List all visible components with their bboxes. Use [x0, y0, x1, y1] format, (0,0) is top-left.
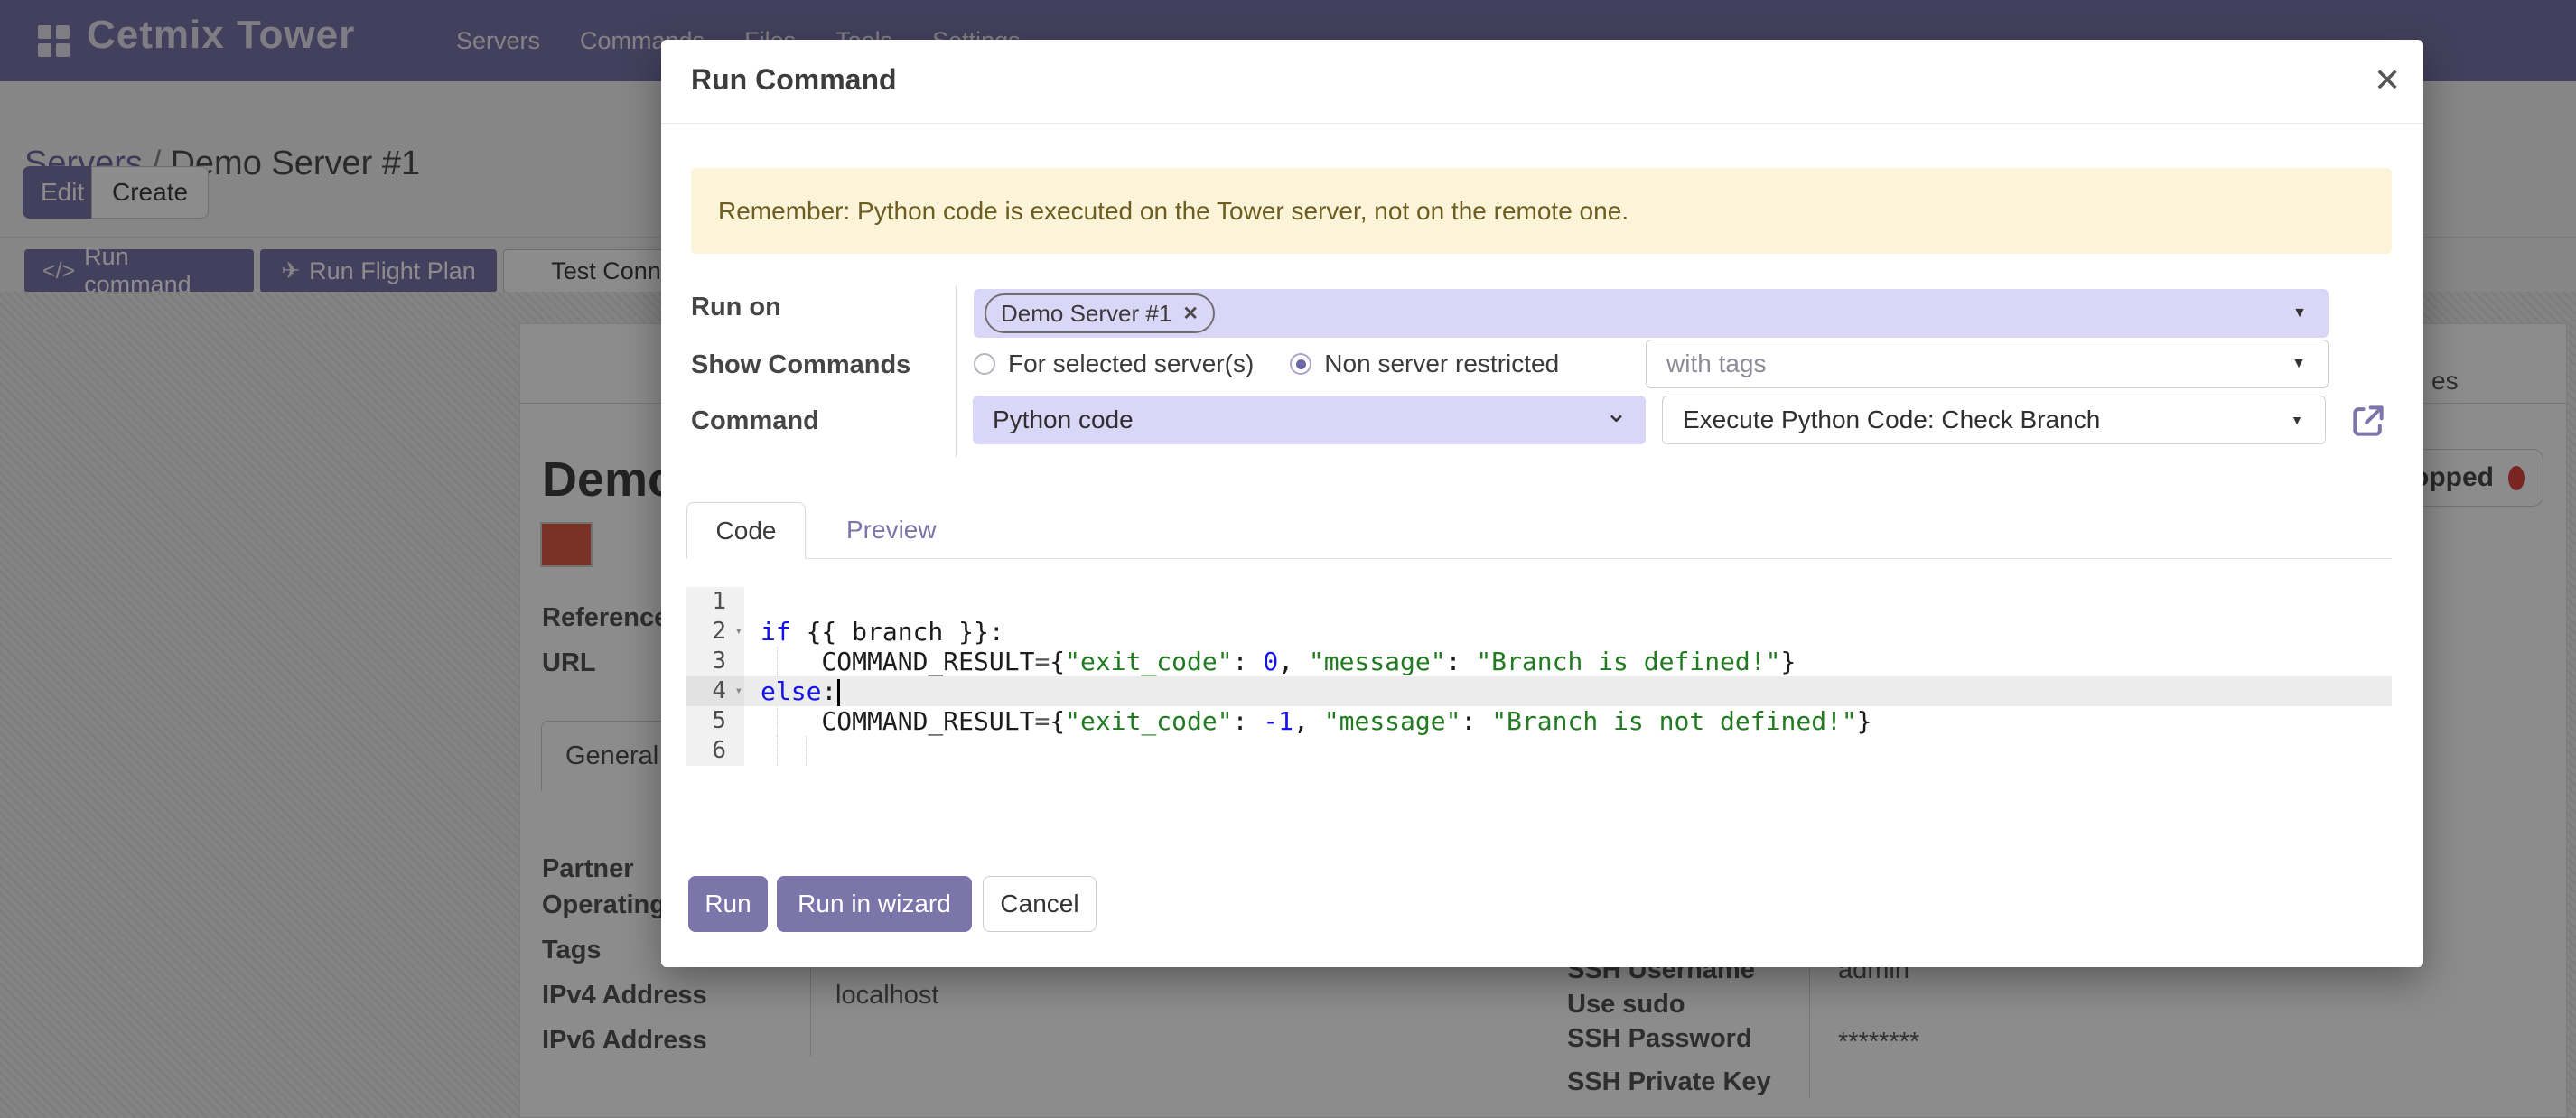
run-button[interactable]: Run	[688, 876, 768, 932]
fold-caret-icon[interactable]: ▾	[735, 676, 742, 706]
app-root: Cetmix Tower Servers Commands Files Tool…	[0, 0, 2576, 1118]
code-editor[interactable]: 12▾34▾56 if {{ branch }}: COMMAND_RESULT…	[686, 587, 2392, 766]
editor-line-number: 4▾	[686, 676, 744, 706]
command-label: Command	[691, 406, 819, 436]
form-column-separator	[956, 285, 957, 457]
code-line[interactable]	[744, 587, 2392, 617]
run-in-wizard-button[interactable]: Run in wizard	[777, 876, 972, 932]
modal-header-divider	[661, 123, 2423, 124]
editor-line-number: 6	[686, 736, 744, 766]
text-cursor	[837, 679, 840, 706]
radio-non-server-restricted[interactable]	[1290, 353, 1311, 375]
chevron-down-icon: ▼	[2291, 356, 2306, 372]
indent-guide	[806, 736, 807, 766]
editor-line-number: 2▾	[686, 617, 744, 647]
command-type-value: Python code	[973, 405, 1134, 434]
code-line[interactable]: else:	[744, 676, 2392, 706]
indent-guide	[777, 647, 778, 676]
warning-banner: Remember: Python code is executed on the…	[691, 168, 2392, 254]
editor-line-number: 1	[686, 587, 744, 617]
editor-code[interactable]: if {{ branch }}: COMMAND_RESULT={"exit_c…	[744, 587, 2392, 766]
editor-gutter: 12▾34▾56	[686, 587, 744, 766]
fold-caret-icon[interactable]: ▾	[735, 617, 742, 647]
chevron-down-icon: ▼	[2292, 305, 2307, 321]
command-type-select[interactable]: Python code ⌄	[973, 396, 1646, 444]
chevron-down-icon: ⌄	[1605, 397, 1628, 429]
radio-label-for-selected-servers[interactable]: For selected server(s)	[1008, 349, 1254, 378]
code-line[interactable]: if {{ branch }}:	[744, 617, 2392, 647]
tabs-underline	[686, 558, 2392, 559]
warning-text: Remember: Python code is executed on the…	[718, 197, 1629, 226]
code-line[interactable]: COMMAND_RESULT={"exit_code": 0, "message…	[744, 647, 2392, 676]
tab-code[interactable]: Code	[686, 502, 806, 559]
modal-close-icon[interactable]: ✕	[2374, 61, 2401, 99]
show-commands-label: Show Commands	[691, 350, 910, 380]
indent-guide	[777, 736, 778, 766]
code-line[interactable]	[744, 736, 2392, 766]
tags-select[interactable]: with tags ▼	[1646, 340, 2329, 388]
code-line[interactable]: COMMAND_RESULT={"exit_code": -1, "messag…	[744, 706, 2392, 736]
show-commands-radio-group: For selected server(s) Non server restri…	[974, 340, 1582, 388]
editor-line-number: 3	[686, 647, 744, 676]
run-on-label: Run on	[691, 293, 781, 322]
command-reference-value: Execute Python Code: Check Branch	[1663, 405, 2100, 434]
editor-line-number: 5	[686, 706, 744, 736]
run-command-modal: Run Command ✕ Remember: Python code is e…	[661, 40, 2423, 967]
run-on-select[interactable]: Demo Server #1 ✕ ▼	[974, 289, 2329, 338]
tab-preview[interactable]: Preview	[846, 516, 937, 545]
chevron-down-icon: ▼	[2291, 413, 2303, 427]
external-link-icon[interactable]	[2348, 401, 2388, 441]
tags-placeholder: with tags	[1647, 349, 1767, 378]
server-chip: Demo Server #1 ✕	[985, 293, 1215, 333]
indent-guide	[777, 706, 778, 736]
command-reference-select[interactable]: Execute Python Code: Check Branch ▼	[1662, 396, 2326, 444]
chip-remove-icon[interactable]: ✕	[1182, 303, 1199, 325]
radio-for-selected-servers[interactable]	[974, 353, 995, 375]
modal-title: Run Command	[691, 63, 897, 97]
cancel-button[interactable]: Cancel	[983, 876, 1097, 932]
radio-label-non-server-restricted[interactable]: Non server restricted	[1324, 349, 1559, 378]
